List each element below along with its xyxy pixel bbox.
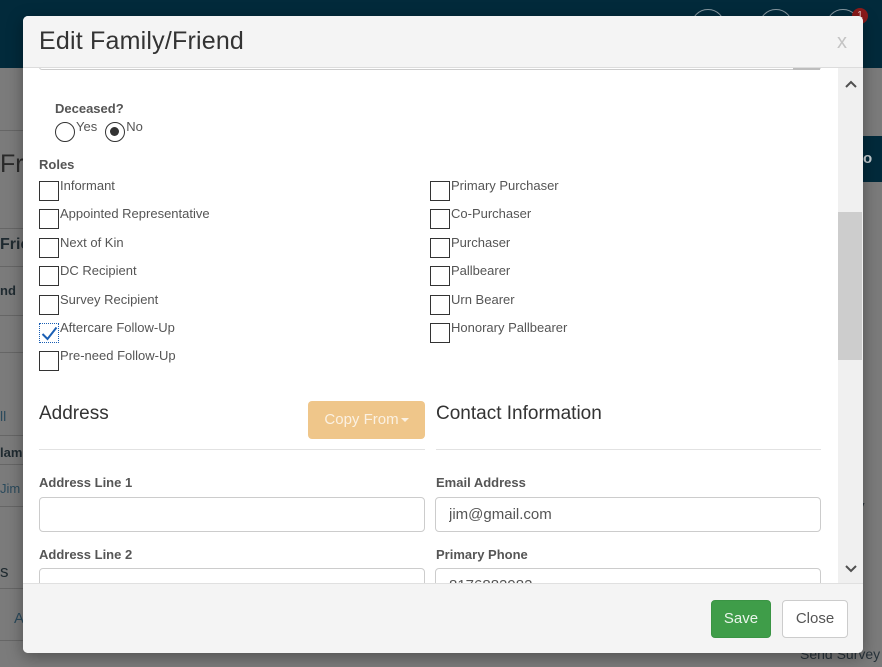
radio-yes[interactable] [55, 122, 75, 142]
close-button[interactable]: Close [782, 600, 848, 638]
bg-text: ll [0, 408, 7, 424]
primary-phone-label: Primary Phone [436, 547, 528, 562]
role-label: Informant [60, 178, 115, 193]
roles-label: Roles [39, 157, 75, 172]
role-checkbox[interactable] [39, 322, 59, 343]
scrollbar-thumb[interactable] [838, 211, 862, 360]
role-option[interactable]: Primary Purchaser [430, 178, 567, 207]
role-checkbox[interactable] [430, 209, 450, 230]
role-label: Purchaser [451, 234, 511, 250]
role-checkbox[interactable] [39, 181, 59, 201]
roles-column-left: Informant Appointed Representative Next of… [39, 178, 210, 378]
modal-body[interactable]: Deceased? Yes No Roles Informant Appointe… [23, 68, 863, 583]
radio-no[interactable] [105, 122, 126, 142]
email-address-label: Email Address [436, 475, 526, 490]
deceased-radio-group: Yes No [55, 119, 143, 142]
scroll-up-arrow-icon[interactable] [838, 72, 863, 96]
role-option[interactable]: Informant [39, 178, 210, 207]
role-checkbox[interactable] [39, 266, 59, 287]
address-line-1-input[interactable] [39, 497, 425, 532]
role-checkbox[interactable] [39, 237, 59, 258]
role-label: Pre-need Follow-Up [60, 348, 176, 364]
address-line-1-label: Address Line 1 [39, 475, 133, 490]
deceased-label: Deceased? [55, 101, 124, 116]
modal-scrollbar[interactable] [838, 68, 863, 583]
deceased-yes-option[interactable]: Yes [55, 119, 98, 142]
bg-text: nd [0, 283, 16, 298]
background-left-column: Fri Frie nd ll lam Jim s A [0, 130, 29, 650]
role-label: Co-Purchaser [451, 206, 532, 222]
role-option[interactable]: Appointed Representative [39, 206, 210, 235]
previous-field-edge [39, 68, 821, 70]
role-option[interactable]: Pallbearer [430, 263, 567, 292]
save-button[interactable]: Save [711, 600, 771, 638]
checkmark-icon [41, 326, 58, 341]
edit-family-friend-dialog: Edit Family/Friend x Deceased? Yes No Ro… [23, 16, 863, 653]
email-address-input[interactable] [435, 497, 821, 532]
role-option[interactable]: Pre-need Follow-Up [39, 348, 210, 377]
role-option[interactable]: DC Recipient [39, 263, 210, 292]
role-label: DC Recipient [60, 263, 137, 279]
role-label: Next of Kin [60, 234, 124, 250]
contact-section-title: Contact Information [436, 403, 602, 424]
copy-from-label: Copy From [324, 411, 399, 428]
modal-header: Edit Family/Friend x [23, 16, 863, 68]
bg-text: Jim [0, 481, 21, 496]
deceased-no-option[interactable]: No [105, 119, 143, 142]
role-option[interactable]: Urn Bearer [430, 291, 567, 321]
address-line-2-label: Address Line 2 [39, 547, 133, 562]
primary-phone-input[interactable] [435, 568, 821, 583]
role-label: Urn Bearer [451, 291, 515, 307]
role-checkbox[interactable] [430, 181, 450, 201]
modal-title: Edit Family/Friend [39, 27, 245, 55]
role-option[interactable]: Honorary Pallbearer [430, 319, 568, 349]
role-label: Primary Purchaser [451, 178, 559, 193]
role-label: Appointed Representative [60, 206, 210, 222]
address-divider [39, 449, 425, 450]
radio-yes-label: Yes [76, 119, 98, 134]
role-checkbox[interactable] [430, 237, 450, 258]
address-line-2-input[interactable] [39, 568, 425, 583]
radio-no-label: No [126, 119, 143, 134]
role-option[interactable]: Survey Recipient [39, 291, 210, 321]
role-checkbox[interactable] [430, 322, 450, 343]
roles-column-right: Primary Purchaser Co-Purchaser Purchaser Pa… [430, 178, 568, 349]
role-label: Aftercare Follow-Up [60, 319, 175, 335]
role-label: Pallbearer [451, 263, 511, 279]
bg-text: lam [0, 445, 23, 460]
scroll-down-arrow-icon[interactable] [838, 557, 863, 581]
bg-text: s [0, 562, 9, 581]
close-icon[interactable]: x [837, 31, 847, 54]
role-label: Honorary Pallbearer [451, 319, 568, 335]
role-checkbox[interactable] [39, 351, 59, 372]
previous-field-addon [793, 68, 820, 70]
modal-footer: Save Close [23, 583, 863, 653]
role-option[interactable]: Aftercare Follow-Up [39, 319, 210, 349]
role-checkbox[interactable] [39, 294, 59, 315]
role-option[interactable]: Purchaser [430, 234, 567, 264]
role-label: Survey Recipient [60, 291, 159, 307]
contact-divider [436, 449, 821, 450]
caret-down-icon [400, 418, 409, 423]
copy-from-dropdown-button[interactable]: Copy From [308, 401, 425, 439]
role-option[interactable]: Co-Purchaser [430, 206, 567, 235]
address-section-title: Address [39, 403, 109, 424]
role-option[interactable]: Next of Kin [39, 234, 210, 264]
role-checkbox[interactable] [430, 294, 450, 315]
role-checkbox[interactable] [39, 209, 59, 230]
role-checkbox[interactable] [430, 266, 450, 287]
